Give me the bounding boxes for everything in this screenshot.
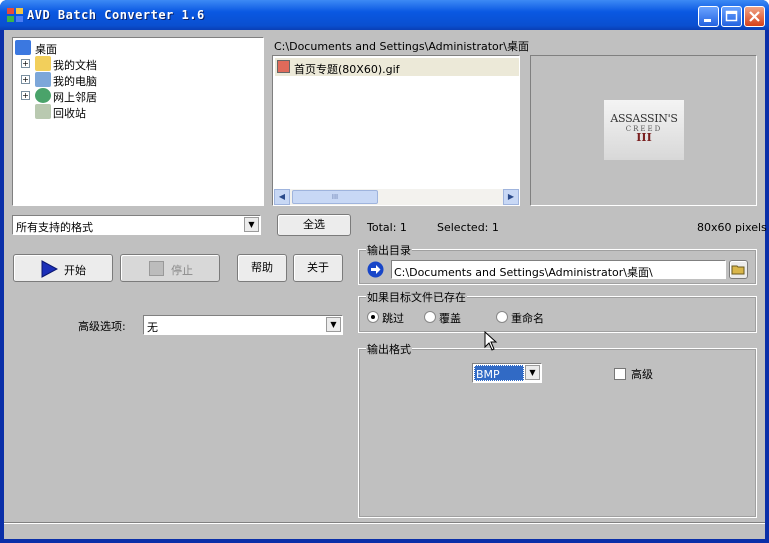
mouse-cursor-icon: [484, 331, 498, 351]
radio-overwrite-label: 覆盖: [439, 312, 461, 325]
close-button[interactable]: [744, 6, 765, 27]
stop-icon: [149, 261, 164, 276]
recycle-bin-icon: [35, 104, 51, 119]
logo-text: ASSASSIN'S: [610, 112, 678, 125]
output-format-value: BMP: [474, 365, 524, 381]
output-format-group: 输出格式 BMP ▼ 高级: [358, 341, 757, 518]
scroll-thumb[interactable]: III: [292, 190, 378, 204]
advanced-checkbox-label: 高级: [631, 368, 653, 381]
output-directory-legend: 输出目录: [366, 242, 412, 258]
scroll-left-button[interactable]: ◀: [274, 189, 290, 205]
expand-icon[interactable]: +: [21, 91, 30, 100]
start-label: 开始: [64, 264, 86, 277]
radio-overwrite[interactable]: [424, 311, 436, 323]
output-format-legend: 输出格式: [366, 341, 412, 357]
logo-numeral: III: [636, 131, 652, 144]
format-filter-select[interactable]: 所有支持的格式 ▼: [12, 215, 261, 235]
title-bar[interactable]: AVD Batch Converter 1.6: [0, 0, 769, 30]
advanced-checkbox[interactable]: [614, 368, 626, 380]
radio-rename[interactable]: [496, 311, 508, 323]
gif-file-icon: [277, 60, 290, 73]
chevron-down-icon[interactable]: ▼: [244, 217, 259, 232]
about-button[interactable]: 关于: [293, 254, 343, 282]
tree-item-label: 我的电脑: [53, 75, 97, 88]
preview-image: ASSASSIN'S CREED III: [604, 100, 684, 160]
horizontal-scrollbar[interactable]: ◀ III ▶: [274, 189, 519, 205]
output-format-select[interactable]: BMP ▼: [472, 363, 542, 383]
selected-count: Selected: 1: [437, 221, 499, 234]
chevron-down-icon[interactable]: ▼: [326, 317, 341, 332]
expand-icon[interactable]: +: [21, 59, 30, 68]
format-filter-value: 所有支持的格式: [16, 221, 93, 234]
total-count: Total: 1: [367, 221, 407, 234]
minimize-button[interactable]: [698, 6, 719, 27]
status-bar: [4, 522, 765, 539]
help-button[interactable]: 帮助: [237, 254, 287, 282]
scroll-right-button[interactable]: ▶: [503, 189, 519, 205]
computer-icon: [35, 72, 51, 87]
window-title: AVD Batch Converter 1.6: [27, 8, 205, 22]
radio-rename-label: 重命名: [511, 312, 544, 325]
if-exists-legend: 如果目标文件已存在: [366, 289, 467, 305]
tree-item-label: 我的文档: [53, 59, 97, 72]
tree-item-label: 桌面: [35, 43, 57, 56]
output-directory-value: C:\Documents and Settings\Administrator\…: [394, 266, 653, 279]
advanced-options-label: 高级选项:: [78, 320, 126, 333]
tree-item-label: 网上邻居: [53, 91, 97, 104]
file-name: 首页专题(80X60).gif: [294, 63, 400, 76]
network-icon: [35, 88, 51, 103]
arrow-right-icon[interactable]: [367, 261, 384, 278]
advanced-options-value: 无: [147, 321, 158, 334]
open-folder-icon: [731, 265, 745, 275]
desktop-icon: [15, 40, 31, 55]
app-icon: [7, 8, 23, 22]
chevron-down-icon[interactable]: ▼: [525, 365, 540, 380]
image-dimensions: 80x60 pixels: [697, 221, 767, 234]
output-directory-group: 输出目录 C:\Documents and Settings\Administr…: [358, 242, 757, 285]
stop-button[interactable]: 停止: [120, 254, 220, 282]
stop-label: 停止: [171, 264, 193, 277]
folder-tree[interactable]: 桌面 + 我的文档 + 我的电脑 + 网上邻居 回收站: [12, 37, 264, 206]
play-icon: [41, 260, 58, 278]
expand-icon[interactable]: +: [21, 75, 30, 84]
preview-pane: ASSASSIN'S CREED III: [530, 55, 757, 206]
radio-skip-label: 跳过: [382, 312, 404, 325]
output-directory-input[interactable]: C:\Documents and Settings\Administrator\…: [391, 260, 726, 279]
advanced-options-select[interactable]: 无 ▼: [143, 315, 343, 335]
list-item[interactable]: 首页专题(80X60).gif: [275, 58, 519, 76]
browse-folder-button[interactable]: [729, 260, 748, 279]
if-exists-group: 如果目标文件已存在 跳过 覆盖 重命名: [358, 289, 757, 333]
folder-icon: [35, 56, 51, 71]
radio-skip[interactable]: [367, 311, 379, 323]
maximize-button[interactable]: [721, 6, 742, 27]
start-button[interactable]: 开始: [13, 254, 113, 282]
select-all-button[interactable]: 全选: [277, 214, 351, 236]
tree-item-label: 回收站: [53, 107, 86, 120]
current-path: C:\Documents and Settings\Administrator\…: [274, 40, 530, 53]
file-list[interactable]: 首页专题(80X60).gif ◀ III ▶: [272, 55, 520, 206]
